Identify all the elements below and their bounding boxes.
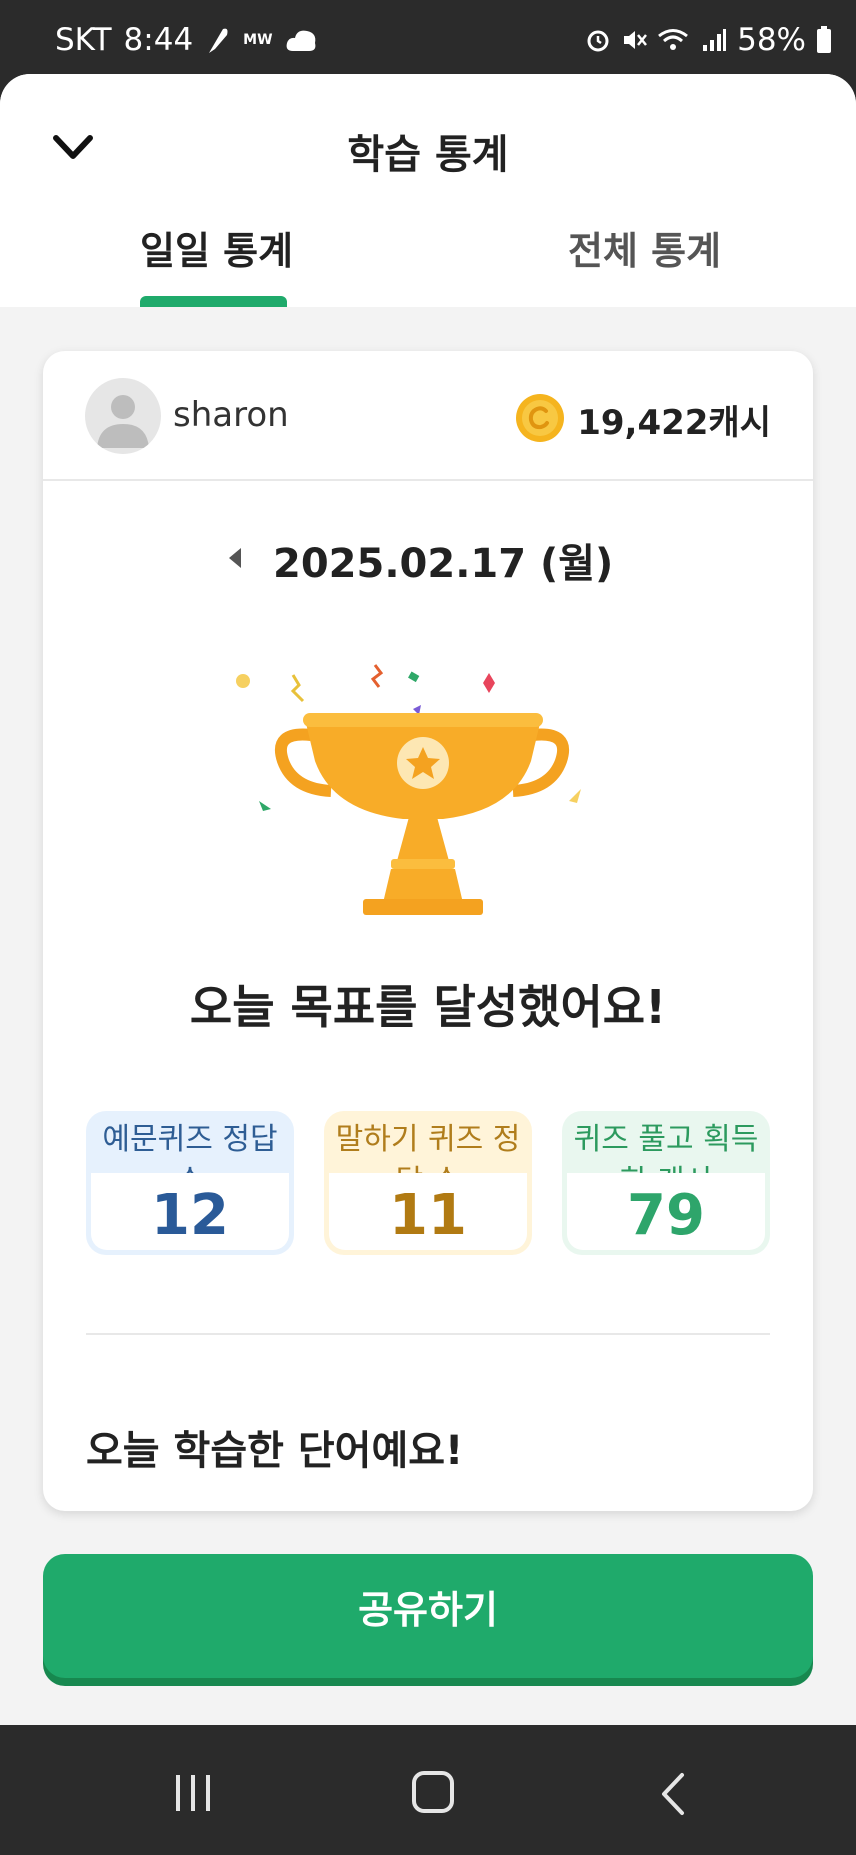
trophy-illustration [236, 664, 581, 915]
stat-quiz-cash: 퀴즈 풀고 획득한 캐시 79 [562, 1111, 770, 1255]
alarm-icon [587, 30, 609, 52]
status-right: 58% [585, 22, 832, 58]
confetti-piece [408, 671, 420, 683]
quill-icon [209, 28, 228, 53]
status-left: SKT 8:44 MW [55, 22, 319, 58]
confetti-piece [259, 801, 271, 811]
coin-icon [516, 394, 564, 442]
cash-balance: 19,422캐시 [577, 403, 771, 443]
confetti-piece [290, 674, 305, 703]
battery-icon [817, 26, 831, 53]
stat-value: 11 [389, 1183, 467, 1248]
goal-achieved-message: 오늘 목표를 달성했어요! [189, 980, 667, 1034]
selected-date: 2025.02.17 (월) [273, 541, 614, 587]
tab-total-stats[interactable]: 전체 통계 [568, 220, 721, 275]
recents-icon[interactable] [172, 1773, 214, 1813]
status-time: 8:44 [123, 22, 194, 58]
tab-daily-stats[interactable]: 일일 통계 [140, 220, 293, 275]
stat-sentence-quiz: 예문퀴즈 정답 수 12 [86, 1111, 294, 1255]
battery-percent: 58% [737, 22, 806, 58]
home-icon[interactable] [412, 1771, 454, 1813]
back-icon[interactable] [658, 1771, 688, 1817]
signal-icon [703, 29, 727, 51]
trophy-plinth [363, 899, 483, 915]
confetti-piece [483, 673, 495, 693]
confetti-piece [236, 674, 250, 688]
trophy-base [383, 869, 463, 903]
active-tab-indicator [140, 296, 287, 307]
page-title: 학습 통계 [347, 132, 509, 178]
mw-icon: MW [243, 32, 273, 48]
profile-header: sharon 19,422캐시 [43, 351, 813, 481]
stats-card: sharon 19,422캐시 2025.02.17 (월) 오늘 목표를 달성… [43, 351, 813, 1511]
stat-speaking-quiz: 말하기 퀴즈 정답 수 11 [324, 1111, 532, 1255]
user-name: sharon [173, 395, 289, 435]
share-button[interactable]: 공유하기 [43, 1554, 813, 1678]
trophy-stem-band [391, 859, 455, 869]
previous-date-arrow[interactable] [229, 548, 241, 568]
trophy-stem [397, 817, 449, 861]
top-bar: 학습 통계 일일 통계 전체 통계 [0, 74, 856, 307]
cloud-icon [286, 30, 315, 51]
learned-words-title: 오늘 학습한 단어예요! [86, 1428, 464, 1474]
stat-value: 79 [627, 1183, 705, 1248]
mute-icon [624, 31, 648, 49]
carrier-label: SKT [55, 22, 112, 58]
confetti-piece [569, 789, 581, 803]
confetti-piece [370, 664, 384, 688]
person-icon [97, 395, 149, 448]
avatar [85, 378, 161, 454]
stat-value: 12 [151, 1183, 229, 1248]
divider [86, 1333, 770, 1335]
wifi-icon [658, 29, 689, 50]
status-bar: SKT 8:44 MW 58% [0, 0, 856, 74]
statistics-sheet: 학습 통계 일일 통계 전체 통계 sharon 19,422캐시 2025.0… [0, 74, 856, 1725]
trophy-rim [303, 713, 543, 727]
system-nav-bar [0, 1725, 856, 1855]
